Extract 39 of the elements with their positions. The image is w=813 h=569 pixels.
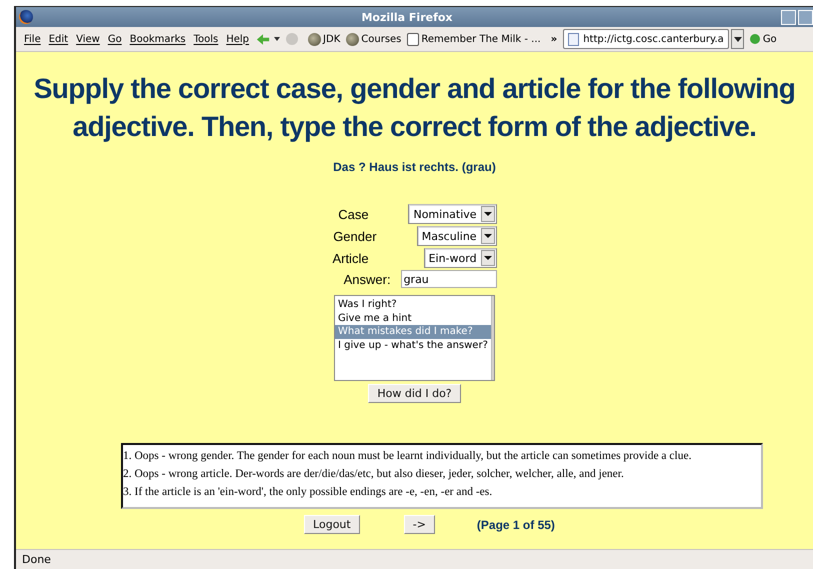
bookmark-link[interactable]: Remember The Milk - ... (407, 32, 541, 46)
page-heading: Supply the correct case, gender and article for the following adjective. Then, type the correct form of the adjective. (32, 72, 796, 144)
menu-item[interactable]: Go (104, 34, 126, 44)
question-text: Das ? Haus ist rechts. (grau) (333, 160, 496, 174)
address-field[interactable]: http://ictg.cosc.canterbury.a (563, 29, 729, 49)
dropdown[interactable]: Masculine (416, 226, 497, 246)
menu-item[interactable]: View (72, 34, 104, 44)
menu-item[interactable]: Bookmarks (126, 34, 190, 44)
list-option[interactable]: Was I right? (335, 298, 491, 312)
globe-icon (19, 10, 33, 24)
field-label: Case (337, 206, 370, 222)
bookmark-link[interactable]: Courses (346, 32, 402, 46)
options-listbox[interactable]: Was I right? Give me a hint What mistakes did I make? I give up - what's the answer? (334, 295, 495, 381)
go-button[interactable]: Go (750, 34, 777, 44)
overflow-button[interactable]: » (550, 34, 558, 44)
menu-item[interactable]: Tools (190, 34, 222, 44)
field-label: Article (332, 250, 370, 266)
feedback-line: 2. Oops - wrong article. Der-words are der/die/das/etc, but also dieser, jeder, solcher, welcher, alle, and jener. (123, 467, 625, 482)
status-bar: Done (16, 549, 813, 569)
menu-item[interactable]: Edit (44, 34, 72, 44)
answer-field[interactable]: grau (400, 270, 497, 288)
page-counter: (Page 1 of 55) (476, 518, 555, 532)
field-label: Answer: (342, 272, 392, 286)
menu-item[interactable]: File (20, 34, 45, 44)
menu-item[interactable]: Help (222, 34, 254, 44)
dropdown-button[interactable] (730, 29, 744, 49)
check-button[interactable]: How did I do? (368, 384, 461, 403)
list-option[interactable]: Give me a hint (335, 312, 491, 325)
feedback-line: 1. Oops - wrong gender. The gender for each noun must be learnt individually, but the article can sometimes provide a clue. (123, 449, 692, 464)
caret-icon[interactable] (274, 37, 280, 41)
list-option[interactable]: I give up - what's the answer? (335, 338, 491, 352)
dropdown[interactable]: Nominative (408, 204, 497, 224)
feedback-line: 3. If the article is an 'ein-word', the only possible endings are -e, -en, -er and -es. (123, 485, 494, 500)
logout-button[interactable]: Logout (304, 515, 360, 534)
next-button[interactable]: -> (404, 515, 435, 534)
field-label: Gender (332, 228, 378, 244)
dropdown[interactable]: Ein-word (424, 248, 497, 268)
bookmark-link[interactable]: JDK (308, 32, 340, 46)
window-title: Mozilla Firefox (360, 10, 454, 24)
